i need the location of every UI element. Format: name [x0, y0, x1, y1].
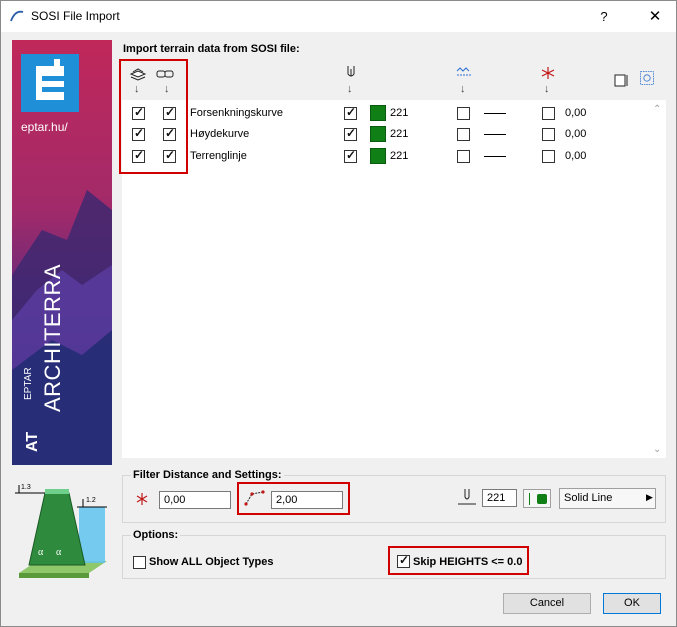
star-icon[interactable] — [539, 65, 557, 81]
row-offset-checkbox[interactable] — [542, 128, 555, 141]
eptar-logo — [21, 54, 79, 112]
banner-url: eptar.hu/ — [21, 120, 68, 134]
pen-number: 221 — [390, 107, 409, 119]
left-height-value: 1.3 — [21, 484, 31, 491]
row-offset-checkbox[interactable] — [542, 107, 555, 120]
pen-color-swatch[interactable] — [370, 126, 386, 142]
skip-heights-label: Skip HEIGHTS <= 0.0 — [413, 556, 523, 568]
profile-diagram: 1.3 1.2 α α — [15, 484, 107, 578]
banner-eptar-text: EPTAR — [23, 367, 34, 400]
filter-title: Filter Distance and Settings: — [131, 469, 284, 481]
zoom-fit-icon[interactable] — [638, 70, 656, 86]
sosi-import-dialog: SOSI File Import ? ✕ eptar.hu/ EPTAR ARC… — [0, 0, 677, 627]
row-offset-value: 0,00 — [565, 107, 587, 119]
pen-icon — [458, 489, 476, 505]
filter-distance-input[interactable]: 0,00 — [159, 491, 231, 509]
show-all-label: Show ALL Object Types — [149, 556, 274, 568]
star-icon — [136, 493, 148, 505]
row-fill-checkbox[interactable] — [457, 150, 470, 163]
line-type-dropdown[interactable]: Solid Line ▶ — [559, 488, 656, 509]
fill-pattern-icon[interactable] — [455, 65, 473, 81]
banner-architerra-text: ARCHITERRA — [40, 263, 65, 412]
cancel-button[interactable]: Cancel — [503, 593, 591, 614]
skip-heights-checkbox[interactable] — [397, 553, 410, 568]
row-name: Terrenglinje — [190, 150, 247, 162]
options-title: Options: — [131, 529, 181, 541]
row-offset-checkbox[interactable] — [542, 150, 555, 163]
ok-button[interactable]: OK — [603, 593, 661, 614]
pen-color-button[interactable] — [523, 489, 551, 508]
close-button[interactable]: ✕ — [645, 7, 665, 27]
row-pen-checkbox[interactable] — [344, 148, 357, 163]
highlight-columns — [119, 59, 188, 174]
pen-icon[interactable] — [342, 65, 360, 81]
architerra-banner: eptar.hu/ EPTAR ARCHITERRA AT — [12, 40, 112, 465]
row-name: Høydekurve — [190, 128, 250, 140]
scroll-up-icon[interactable]: ⌃ — [653, 104, 661, 115]
row-offset-value: 0,00 — [565, 128, 587, 140]
import-label: Import terrain data from SOSI file: — [123, 43, 300, 55]
right-height-value: 1.2 — [86, 497, 96, 504]
window-title: SOSI File Import — [31, 9, 120, 23]
show-all-checkbox[interactable] — [133, 556, 146, 569]
row-fill-checkbox[interactable] — [457, 107, 470, 120]
help-button[interactable]: ? — [594, 7, 614, 27]
alpha-right: α — [56, 547, 62, 558]
pen-color-swatch[interactable] — [370, 148, 386, 164]
alpha-left: α — [38, 547, 44, 558]
title-bar: SOSI File Import ? ✕ — [1, 1, 676, 32]
row-pen-checkbox[interactable] — [344, 105, 357, 120]
filter-angle-input[interactable]: 2,00 — [271, 491, 343, 509]
line-type-label: Solid Line — [564, 492, 613, 504]
app-icon — [10, 10, 24, 22]
banner-at-mark: AT — [24, 431, 41, 452]
row-pen-checkbox[interactable] — [344, 126, 357, 141]
line-type-icon — [484, 156, 506, 157]
pen-number: 221 — [390, 128, 409, 140]
arrow-down-icon: ↓ — [347, 83, 353, 95]
scroll-down-icon[interactable]: ⌄ — [653, 444, 661, 455]
row-offset-value: 0,00 — [565, 150, 587, 162]
angle-icon — [244, 490, 265, 506]
line-type-icon — [484, 113, 506, 114]
triangle-right-icon: ▶ — [646, 492, 653, 502]
arrow-down-icon: ↓ — [544, 83, 550, 95]
row-fill-checkbox[interactable] — [457, 128, 470, 141]
filter-pen-input[interactable]: 221 — [482, 489, 517, 507]
row-name: Forsenkningskurve — [190, 107, 283, 119]
arrow-down-icon: ↓ — [460, 83, 466, 95]
line-type-icon — [484, 134, 506, 135]
select-box-icon[interactable] — [613, 72, 631, 88]
pen-number: 221 — [390, 150, 409, 162]
pen-color-swatch[interactable] — [370, 105, 386, 121]
